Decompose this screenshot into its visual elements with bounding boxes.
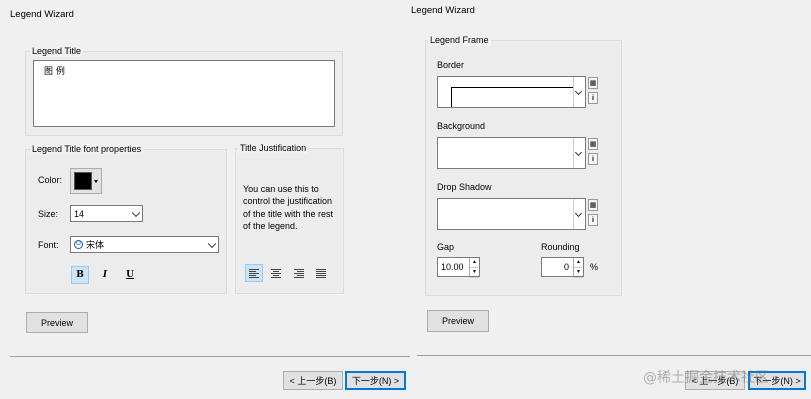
grid-icon: ▦: [589, 141, 597, 148]
gap-value: 10.00: [441, 262, 464, 272]
size-label: Size:: [38, 209, 59, 219]
font-select-value: 宋体: [86, 241, 105, 251]
align-center-icon: [271, 268, 281, 278]
bold-button[interactable]: B: [71, 266, 89, 284]
font-type-icon: O: [74, 240, 83, 249]
right-preview-button[interactable]: Preview: [427, 310, 489, 332]
legend-title-textarea[interactable]: 图 例: [33, 60, 335, 127]
spin-up-icon[interactable]: ▲: [470, 258, 479, 268]
left-dialog-title: Legend Wizard: [10, 9, 74, 20]
chevron-down-icon: [131, 208, 141, 217]
rounding-input[interactable]: 0 ▲ ▼: [541, 257, 584, 278]
spin-down-icon[interactable]: ▼: [574, 268, 583, 278]
border-label: Border: [437, 60, 465, 70]
rounding-spinner[interactable]: ▲ ▼: [573, 258, 583, 278]
right-footer-separator: [417, 355, 811, 356]
font-properties-group-label: Legend Title font properties: [30, 143, 144, 155]
drop-shadow-dropdown[interactable]: [573, 199, 585, 229]
info-icon: i: [592, 94, 594, 102]
align-justify-icon: [316, 268, 326, 278]
gap-spinner[interactable]: ▲ ▼: [469, 258, 479, 278]
legend-frame-group-label: Legend Frame: [428, 34, 491, 46]
right-dialog-title: Legend Wizard: [411, 5, 475, 16]
chevron-down-icon: [574, 148, 583, 157]
justify-center-button[interactable]: [267, 264, 285, 282]
background-label: Background: [437, 121, 486, 131]
font-select[interactable]: O 宋体: [70, 236, 219, 253]
drop-shadow-symbol-button[interactable]: ▦: [588, 199, 598, 211]
background-properties-button[interactable]: i: [588, 153, 598, 165]
legend-title-group-label: Legend Title: [30, 45, 84, 57]
border-preview: [451, 87, 574, 107]
title-justification-group-label: Title Justification: [238, 142, 309, 154]
rounding-value: 0: [563, 262, 569, 272]
left-next-button[interactable]: 下一步(N) >: [345, 371, 406, 390]
size-select-value: 14: [74, 208, 85, 219]
info-icon: i: [592, 155, 594, 163]
justify-full-button[interactable]: [312, 264, 330, 282]
rounding-label: Rounding: [541, 242, 580, 252]
grid-icon: ▦: [589, 202, 597, 209]
info-icon: i: [592, 216, 594, 224]
gap-input[interactable]: 10.00 ▲ ▼: [437, 257, 480, 278]
underline-icon: U: [126, 270, 134, 280]
drop-shadow-label: Drop Shadow: [437, 182, 492, 192]
align-right-icon: [294, 268, 304, 278]
border-style-select[interactable]: [437, 76, 586, 108]
color-label: Color:: [38, 175, 63, 185]
border-dropdown[interactable]: [573, 77, 585, 107]
watermark: @稀土掘金技术社区: [643, 370, 769, 386]
italic-icon: I: [102, 270, 108, 280]
italic-button[interactable]: I: [96, 266, 114, 284]
align-left-icon: [249, 268, 259, 278]
background-dropdown[interactable]: [573, 138, 585, 168]
left-preview-button[interactable]: Preview: [26, 312, 88, 333]
chevron-down-icon: [574, 209, 583, 218]
bold-icon: B: [76, 270, 84, 280]
background-select[interactable]: [437, 137, 586, 169]
justification-description: You can use this to control the justific…: [243, 184, 334, 231]
drop-shadow-properties-button[interactable]: i: [588, 214, 598, 226]
spin-up-icon[interactable]: ▲: [574, 258, 583, 268]
left-back-button[interactable]: < 上一步(B): [283, 371, 343, 390]
color-dropdown-arrow-icon: [94, 180, 98, 183]
chevron-down-icon: [574, 87, 583, 96]
size-select[interactable]: 14: [70, 205, 143, 222]
drop-shadow-select[interactable]: [437, 198, 586, 230]
gap-label: Gap: [437, 242, 455, 252]
legend-title-text: 图 例: [44, 67, 65, 77]
justify-right-button[interactable]: [290, 264, 308, 282]
spin-down-icon[interactable]: ▼: [470, 268, 479, 278]
border-properties-button[interactable]: i: [588, 92, 598, 104]
rounding-unit: %: [590, 262, 599, 272]
background-symbol-button[interactable]: ▦: [588, 138, 598, 150]
color-swatch: [74, 172, 92, 190]
underline-button[interactable]: U: [121, 266, 139, 284]
justify-left-button[interactable]: [245, 264, 263, 282]
grid-icon: ▦: [589, 80, 597, 87]
left-footer-separator: [10, 356, 410, 357]
border-symbol-button[interactable]: ▦: [588, 77, 598, 89]
font-label: Font:: [38, 240, 59, 250]
chevron-down-icon: [207, 239, 217, 248]
color-picker-button[interactable]: [70, 168, 102, 194]
